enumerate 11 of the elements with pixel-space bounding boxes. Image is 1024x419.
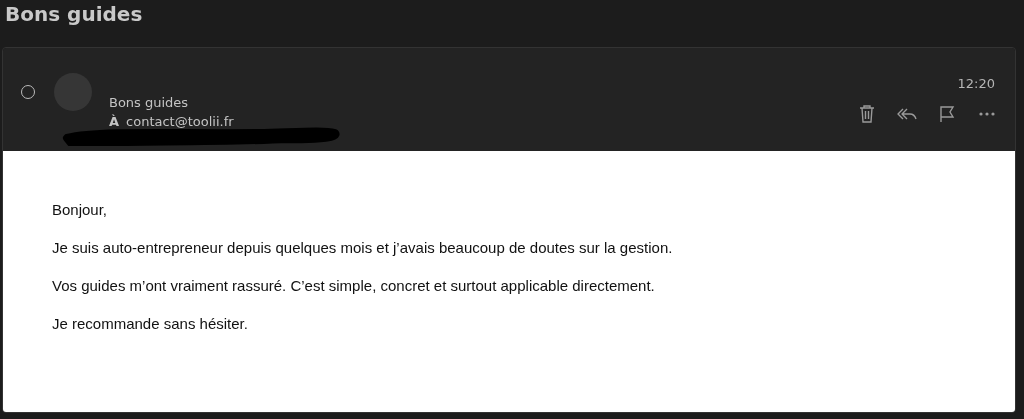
recipient-label: À [109, 113, 120, 131]
body-paragraph: Vos guides m’ont vraiment rassuré. C’est simple, concret et surtout applicable directement. [52, 277, 656, 295]
flag-icon[interactable] [937, 104, 957, 124]
body-paragraph: Bonjour, [52, 201, 109, 219]
trash-icon[interactable] [857, 104, 877, 124]
message-subject: Bons guides [109, 94, 190, 112]
body-paragraph: Je suis auto-entrepreneur depuis quelques mois et j’avais beaucoup de doutes sur la gestion. [52, 239, 674, 257]
page-title: Bons guides [4, 1, 144, 28]
body-paragraph: Je recommande sans hésiter. [52, 315, 249, 333]
recipient-address: contact@toolii.fr [126, 113, 234, 131]
message-time: 12:20 [957, 76, 995, 91]
